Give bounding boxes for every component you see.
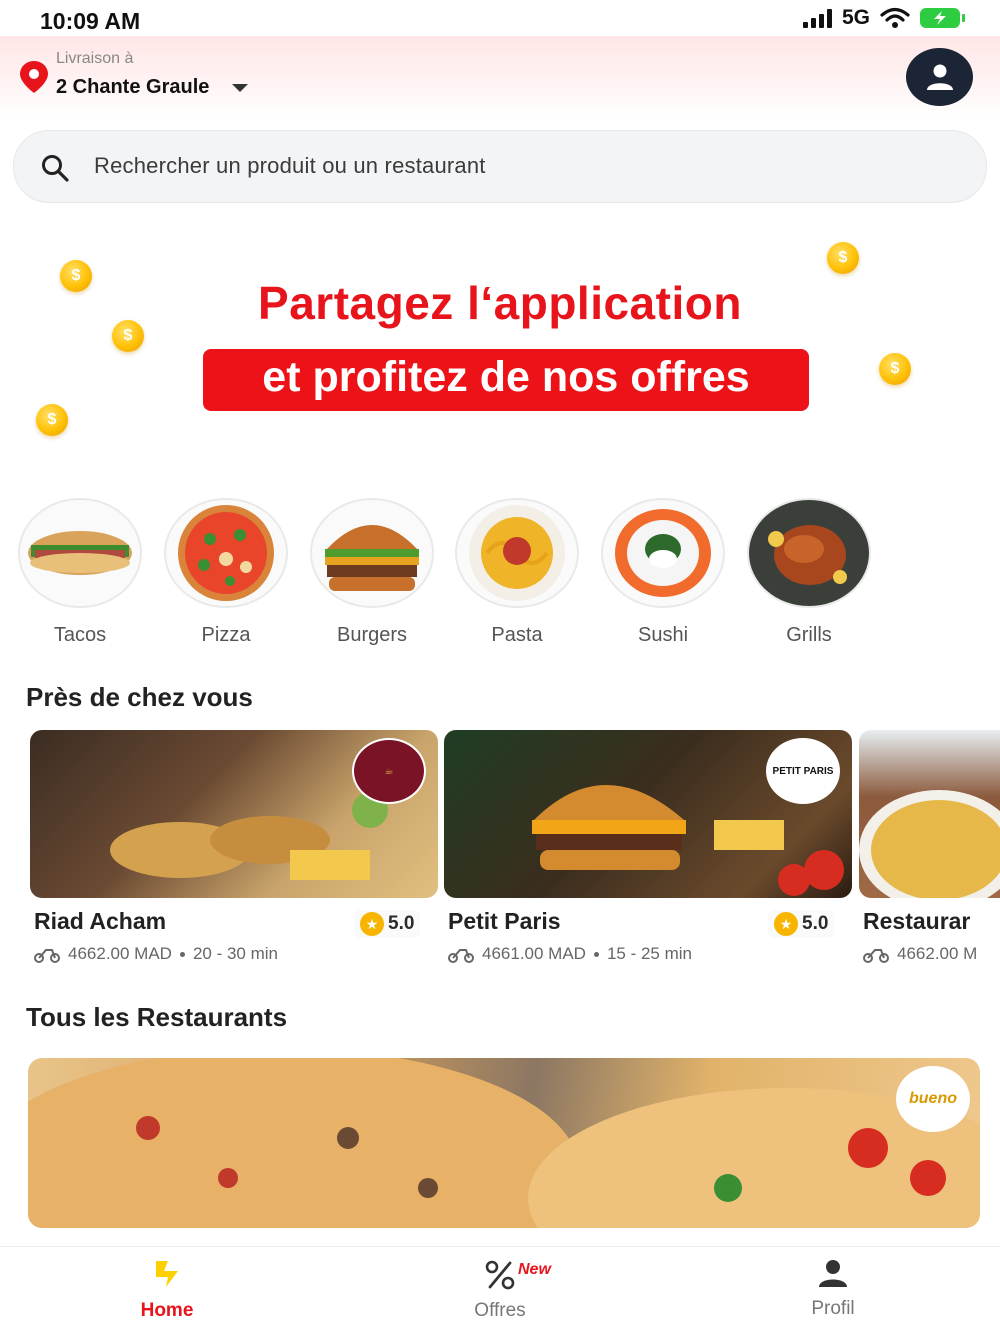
delivery-scooter-icon bbox=[34, 949, 60, 963]
restaurant-card[interactable]: PETIT PARIS Petit Paris ★ 5.0 4661.00 MA… bbox=[444, 730, 852, 978]
nav-offers[interactable]: New Offres bbox=[420, 1257, 580, 1322]
delivery-label: Livraison à bbox=[56, 50, 134, 67]
home-bolt-icon bbox=[156, 1261, 178, 1287]
category-item-grills[interactable]: Grills bbox=[745, 498, 873, 647]
restaurant-name: Petit Paris bbox=[448, 908, 561, 934]
category-label: Sushi bbox=[637, 624, 689, 646]
restaurant-image bbox=[859, 730, 1000, 898]
user-avatar-button[interactable] bbox=[906, 48, 973, 106]
rating-value: 5.0 bbox=[388, 913, 415, 934]
separator-dot bbox=[593, 951, 599, 957]
category-carousel: Tacos Pizza Burgers Pasta Sushi Grills bbox=[0, 498, 1000, 658]
restaurant-name: Restaurar bbox=[863, 908, 971, 934]
pasta-image bbox=[455, 498, 579, 608]
restaurant-logo: bueno bbox=[896, 1066, 970, 1132]
search-input[interactable]: Rechercher un produit ou un restaurant bbox=[94, 153, 486, 179]
status-icons: 5G bbox=[802, 6, 965, 30]
separator-dot bbox=[179, 951, 185, 957]
delivery-scooter-icon bbox=[448, 949, 474, 963]
nav-offers-label: Offres bbox=[474, 1300, 526, 1321]
category-item-burgers[interactable]: Burgers bbox=[308, 498, 436, 647]
nav-profile[interactable]: Profil bbox=[753, 1257, 913, 1320]
restaurant-image: ☕ bbox=[30, 730, 438, 898]
star-icon: ★ bbox=[774, 912, 798, 936]
search-bar[interactable]: Rechercher un produit ou un restaurant bbox=[13, 130, 987, 203]
delivery-fee: 4661.00 MAD bbox=[482, 944, 586, 963]
delivery-time: 20 - 30 min bbox=[192, 944, 278, 963]
battery-charging-icon bbox=[920, 8, 965, 28]
rating-badge: ★ 5.0 bbox=[354, 910, 421, 938]
location-pin-icon bbox=[20, 61, 48, 93]
coin-icon: $ bbox=[879, 353, 911, 385]
tacos-image bbox=[18, 498, 142, 608]
promo-banner[interactable]: $ $ $ $ $ Partagez l‘application et prof… bbox=[0, 220, 1000, 480]
coin-icon: $ bbox=[827, 242, 859, 274]
restaurant-logo: PETIT PARIS bbox=[766, 738, 840, 804]
status-bar: 10:09 AM 5G bbox=[0, 0, 1000, 36]
burger-image bbox=[310, 498, 434, 608]
banner-headline: Partagez l‘application bbox=[258, 277, 742, 329]
delivery-scooter-icon bbox=[863, 949, 889, 963]
delivery-time: 15 - 25 min bbox=[606, 944, 692, 963]
bottom-navigation: Home New Offres Profil bbox=[0, 1246, 1000, 1333]
restaurant-card[interactable]: ☕ Riad Acham ★ 5.0 4662.00 MAD 20 - 30 m… bbox=[30, 730, 438, 978]
profile-icon bbox=[819, 1260, 847, 1287]
featured-restaurant-card[interactable]: bueno bbox=[28, 1058, 980, 1228]
near-you-carousel: ☕ Riad Acham ★ 5.0 4662.00 MAD 20 - 30 m… bbox=[0, 730, 1000, 980]
section-title-all-restaurants: Tous les Restaurants bbox=[26, 1002, 288, 1032]
delivery-header: Livraison à 2 Chante Graule bbox=[0, 36, 1000, 118]
restaurant-name: Riad Acham bbox=[34, 908, 167, 934]
category-label: Tacos bbox=[53, 624, 107, 646]
delivery-fee: 4662.00 M bbox=[897, 944, 978, 963]
banner-subline: et profitez de nos offres bbox=[262, 353, 750, 401]
grills-image bbox=[747, 498, 871, 608]
restaurant-meta: 4661.00 MAD 15 - 25 min bbox=[448, 944, 692, 964]
nav-home[interactable]: Home bbox=[87, 1257, 247, 1322]
restaurant-logo: ☕ bbox=[352, 738, 426, 804]
restaurant-meta: 4662.00 M bbox=[863, 944, 977, 964]
section-title-near-you: Près de chez vous bbox=[26, 682, 253, 712]
restaurant-meta: 4662.00 MAD 20 - 30 min bbox=[34, 944, 278, 964]
category-label: Pizza bbox=[201, 624, 251, 646]
rating-value: 5.0 bbox=[802, 913, 829, 934]
coin-icon: $ bbox=[36, 404, 68, 436]
chevron-down-icon[interactable] bbox=[232, 84, 248, 92]
category-label: Grills bbox=[786, 624, 832, 646]
rating-badge: ★ 5.0 bbox=[768, 910, 835, 938]
user-avatar-icon bbox=[926, 64, 953, 90]
sushi-image bbox=[601, 498, 725, 608]
delivery-address[interactable]: 2 Chante Graule bbox=[56, 76, 209, 99]
category-label: Pasta bbox=[491, 624, 543, 646]
search-icon bbox=[42, 155, 69, 182]
category-item-pasta[interactable]: Pasta bbox=[453, 498, 581, 647]
percent-icon bbox=[485, 1260, 515, 1290]
delivery-fee: 4662.00 MAD bbox=[68, 944, 172, 963]
nav-home-label: Home bbox=[140, 1300, 194, 1321]
category-label: Burgers bbox=[336, 624, 408, 646]
new-badge: New bbox=[518, 1261, 551, 1278]
restaurant-card[interactable]: Restaurar 4662.00 M bbox=[859, 730, 1000, 978]
star-icon: ★ bbox=[360, 912, 384, 936]
wifi-icon bbox=[880, 7, 910, 28]
nav-profile-label: Profil bbox=[811, 1298, 855, 1319]
network-label: 5G bbox=[841, 6, 870, 29]
status-time: 10:09 AM bbox=[40, 8, 141, 34]
pizza-image bbox=[164, 498, 288, 608]
restaurant-image: PETIT PARIS bbox=[444, 730, 852, 898]
category-item-tacos[interactable]: Tacos bbox=[16, 498, 144, 647]
signal-icon bbox=[802, 8, 832, 28]
category-item-sushi[interactable]: Sushi bbox=[599, 498, 727, 647]
category-item-pizza[interactable]: Pizza bbox=[162, 498, 290, 647]
